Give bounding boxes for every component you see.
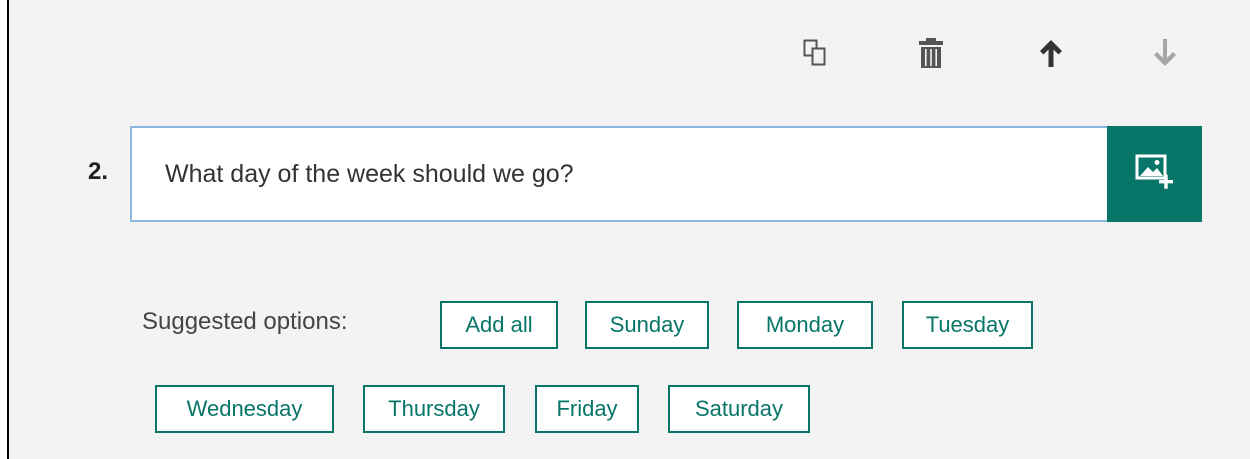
suggestion-chip-sunday[interactable]: Sunday xyxy=(585,301,709,349)
question-number: 2. xyxy=(88,158,109,185)
suggestion-chip-wednesday[interactable]: Wednesday xyxy=(155,385,334,433)
question-card: 2. Suggested options: Add all Sunday Mon… xyxy=(7,0,1250,459)
insert-media-button[interactable] xyxy=(1107,126,1202,222)
delete-question-button[interactable] xyxy=(906,28,956,78)
arrow-up-icon xyxy=(1038,38,1064,68)
suggestion-chip-thursday[interactable]: Thursday xyxy=(363,385,505,433)
suggestion-chip-saturday[interactable]: Saturday xyxy=(668,385,810,433)
arrow-down-icon xyxy=(1152,38,1178,68)
suggestion-chip-monday[interactable]: Monday xyxy=(737,301,873,349)
move-down-button[interactable] xyxy=(1140,28,1190,78)
add-all-button[interactable]: Add all xyxy=(440,301,558,349)
move-up-button[interactable] xyxy=(1026,28,1076,78)
suggestion-chip-friday[interactable]: Friday xyxy=(535,385,639,433)
trash-icon xyxy=(919,38,943,68)
question-title-input[interactable] xyxy=(130,126,1107,222)
copy-question-button[interactable] xyxy=(790,28,840,78)
suggested-options-label: Suggested options: xyxy=(142,308,348,335)
copy-icon xyxy=(803,39,827,67)
suggestion-chip-tuesday[interactable]: Tuesday xyxy=(902,301,1033,349)
image-add-icon xyxy=(1135,153,1175,196)
